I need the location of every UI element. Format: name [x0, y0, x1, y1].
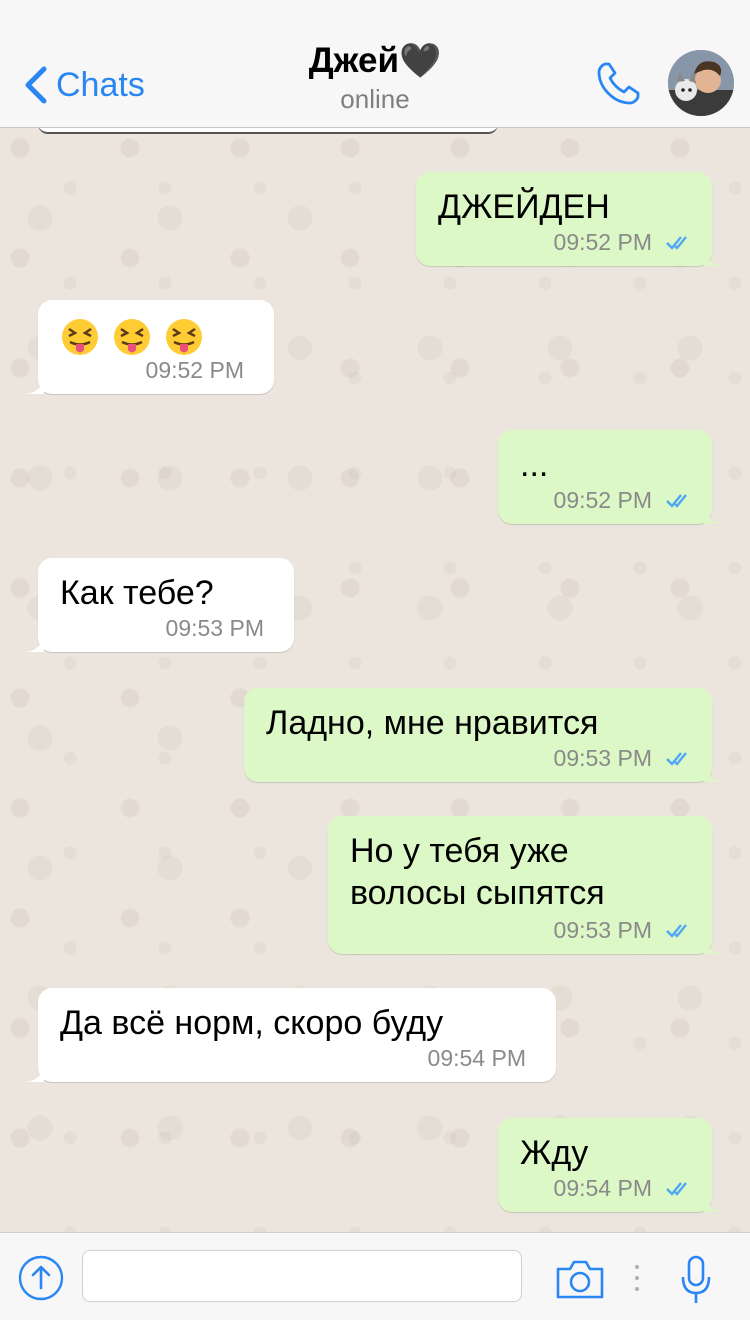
- message-meta: 09:54 PM: [554, 1175, 696, 1202]
- message-time: 09:53 PM: [553, 917, 652, 943]
- message-incoming[interactable]: 09:52 PM: [26, 300, 274, 394]
- message-meta: 09:54 PM: [428, 1045, 526, 1072]
- previous-message-fragment: [38, 128, 498, 134]
- message-time: 09:52 PM: [145, 357, 244, 383]
- message-text: ...: [520, 446, 549, 484]
- bubble-tail: [26, 376, 44, 394]
- phone-icon[interactable]: [594, 60, 642, 108]
- message-meta: 09:53 PM: [554, 745, 696, 772]
- read-ticks-icon: [666, 235, 687, 250]
- squinting-tongue-face-icon: [62, 319, 98, 356]
- message-list[interactable]: ДЖЕЙДЕН 09:52 PM 09:52 PM ... 09:52 PM К…: [0, 128, 750, 1232]
- squinting-tongue-face-icon: [114, 319, 150, 356]
- message-text: Ладно, мне нравится: [266, 704, 599, 742]
- bubble-tail: [704, 248, 722, 266]
- bubble-tail: [704, 506, 722, 524]
- message-outgoing[interactable]: ДЖЕЙДЕН 09:52 PM: [416, 172, 722, 266]
- message-input[interactable]: [82, 1250, 522, 1302]
- contact-avatar[interactable]: [668, 50, 734, 116]
- bubble-tail: [704, 764, 722, 782]
- more-dots-icon: [635, 1265, 639, 1291]
- bubble-tail: [704, 1194, 722, 1212]
- message-time: 09:53 PM: [165, 615, 264, 641]
- message-text: Как тебе?: [60, 574, 214, 612]
- contact-name-text: Джей: [308, 41, 399, 80]
- avatar-photo: [668, 50, 734, 116]
- read-ticks-icon: [666, 923, 687, 938]
- message-time: 09:52 PM: [553, 229, 652, 255]
- black-heart-icon: 🖤: [398, 42, 442, 80]
- message-outgoing[interactable]: Ладно, мне нравится 09:53 PM: [244, 688, 722, 782]
- message-time: 09:52 PM: [553, 487, 652, 513]
- read-ticks-icon: [666, 493, 687, 508]
- bubble-tail: [26, 1064, 44, 1082]
- bubble-tail: [26, 634, 44, 652]
- message-outgoing[interactable]: Но у тебя уже волосы сыпятся 09:53 PM: [328, 816, 722, 954]
- message-meta: 09:52 PM: [146, 357, 244, 384]
- read-ticks-icon: [666, 751, 687, 766]
- squinting-tongue-face-icon: [166, 319, 202, 356]
- message-outgoing[interactable]: ... 09:52 PM: [498, 430, 722, 524]
- message-text: Жду: [520, 1134, 589, 1172]
- message-meta: 09:53 PM: [166, 615, 264, 642]
- message-text: Но у тебя уже волосы сыпятся: [350, 832, 605, 912]
- message-text: Да всё норм, скоро буду: [60, 1004, 444, 1042]
- upload-arrow-icon[interactable]: [18, 1255, 64, 1301]
- message-time: 09:54 PM: [427, 1045, 526, 1071]
- microphone-icon[interactable]: [680, 1255, 712, 1307]
- message-text: ДЖЕЙДЕН: [438, 188, 610, 226]
- message-meta: 09:52 PM: [554, 229, 696, 256]
- message-meta: 09:52 PM: [554, 487, 696, 514]
- message-emoji-row: [60, 314, 252, 357]
- message-time: 09:54 PM: [553, 1175, 652, 1201]
- message-time: 09:53 PM: [553, 745, 652, 771]
- chat-header: Chats Джей🖤 online: [0, 0, 750, 128]
- message-incoming[interactable]: Да всё норм, скоро буду 09:54 PM: [26, 988, 556, 1082]
- bubble-tail: [704, 936, 722, 954]
- message-outgoing[interactable]: Жду 09:54 PM: [498, 1118, 722, 1212]
- message-incoming[interactable]: Как тебе? 09:53 PM: [26, 558, 294, 652]
- composer-bar: [0, 1232, 750, 1320]
- camera-icon[interactable]: [554, 1257, 606, 1301]
- message-meta: 09:53 PM: [554, 917, 696, 944]
- read-ticks-icon: [666, 1181, 687, 1196]
